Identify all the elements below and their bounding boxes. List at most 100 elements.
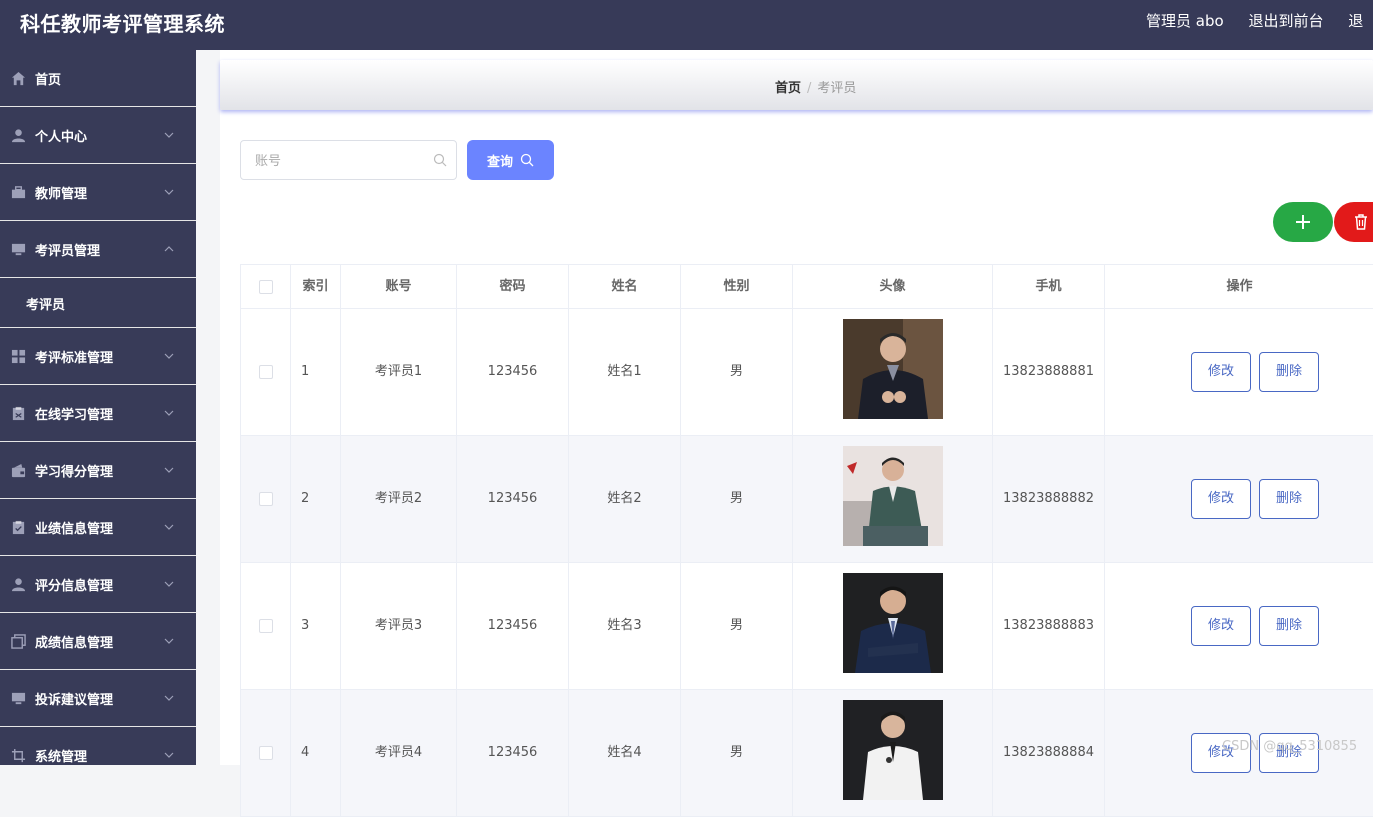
- chevron-down-icon: [164, 132, 174, 138]
- wallet-icon: [11, 463, 26, 478]
- chevron-up-icon: [164, 246, 174, 252]
- chevron-down-icon: [164, 524, 174, 530]
- chevron-down-icon: [164, 353, 174, 359]
- evaluator-table: 索引 账号 密码 姓名 性别 头像 手机 操作 1 考评员1 123456 姓名…: [240, 264, 1373, 817]
- home-icon: [11, 71, 26, 86]
- index-cell: 3: [291, 563, 341, 689]
- sidebar-item-label: 首页: [35, 73, 62, 88]
- query-button-label: 查询: [487, 155, 514, 170]
- sidebar-item-complaint-suggestion[interactable]: 投诉建议管理: [0, 670, 196, 727]
- name-cell: 姓名4: [569, 690, 681, 816]
- sidebar-item-label: 评分信息管理: [35, 579, 114, 594]
- name-cell: 姓名2: [569, 436, 681, 562]
- name-cell: 姓名1: [569, 309, 681, 435]
- batch-delete-button[interactable]: [1334, 202, 1373, 242]
- user-icon: [11, 578, 26, 592]
- monitor-icon: [11, 243, 26, 256]
- avatar-cell: [793, 309, 993, 435]
- gender-cell: 男: [681, 309, 793, 435]
- account-search-field[interactable]: [240, 140, 457, 180]
- breadcrumb-home[interactable]: 首页: [775, 81, 801, 96]
- password-cell: 123456: [457, 690, 569, 816]
- index-cell: 4: [291, 690, 341, 816]
- sidebar-item-learning-score[interactable]: 学习得分管理: [0, 442, 196, 499]
- sidebar-item-grade-info[interactable]: 成绩信息管理: [0, 613, 196, 670]
- sidebar-item-online-learning[interactable]: 在线学习管理: [0, 385, 196, 442]
- avatar: [843, 700, 943, 800]
- exit-link[interactable]: 退: [1348, 12, 1363, 30]
- trash-icon: [1355, 214, 1367, 230]
- sidebar-item-label: 系统管理: [35, 750, 88, 765]
- delete-button[interactable]: 删除: [1259, 352, 1319, 392]
- chevron-down-icon: [164, 189, 174, 195]
- header-name: 姓名: [569, 265, 681, 309]
- header-index: 索引: [291, 265, 341, 309]
- sidebar-item-label: 业绩信息管理: [35, 522, 114, 537]
- avatar: [843, 446, 943, 546]
- name-cell: 姓名3: [569, 563, 681, 689]
- sidebar-subitem-evaluator[interactable]: 考评员: [0, 278, 196, 328]
- avatar: [843, 573, 943, 673]
- index-cell: 2: [291, 436, 341, 562]
- breadcrumb-bar: 首页 / 考评员: [220, 60, 1373, 110]
- header-avatar: 头像: [793, 265, 993, 309]
- query-button[interactable]: 查询: [467, 140, 554, 180]
- edit-button[interactable]: 修改: [1191, 606, 1251, 646]
- account-cell: 考评员1: [341, 309, 457, 435]
- select-cell: [241, 309, 291, 435]
- password-cell: 123456: [457, 309, 569, 435]
- admin-user-label[interactable]: 管理员 abo: [1146, 12, 1224, 30]
- table-row: 2 考评员2 123456 姓名2 男 13823888882 修改 删除: [241, 436, 1373, 563]
- chevron-down-icon: [164, 410, 174, 416]
- select-cell: [241, 563, 291, 689]
- delete-button[interactable]: 删除: [1259, 606, 1319, 646]
- edit-button[interactable]: 修改: [1191, 352, 1251, 392]
- account-cell: 考评员2: [341, 436, 457, 562]
- phone-cell: 13823888884: [993, 690, 1105, 816]
- sidebar: 首页 个人中心 教师管理 考评员管理 考评员 考评标准管理 在线学习管理 学习得…: [0, 50, 196, 765]
- edit-button[interactable]: 修改: [1191, 479, 1251, 519]
- delete-button[interactable]: 删除: [1259, 479, 1319, 519]
- account-search-input[interactable]: [255, 151, 425, 171]
- app-title: 科任教师考评管理系统: [20, 12, 225, 36]
- table-row: 4 考评员4 123456 姓名4 男 13823888884 修改 删除: [241, 690, 1373, 817]
- search-icon: [433, 153, 447, 167]
- avatar-cell: [793, 690, 993, 816]
- sidebar-item-label: 学习得分管理: [35, 465, 114, 480]
- sidebar-item-label: 个人中心: [35, 130, 88, 145]
- password-cell: 123456: [457, 563, 569, 689]
- crop-icon: [11, 748, 26, 763]
- copy-icon: [11, 634, 26, 649]
- sidebar-item-score-info[interactable]: 评分信息管理: [0, 556, 196, 613]
- gender-cell: 男: [681, 690, 793, 816]
- add-button[interactable]: [1273, 202, 1333, 242]
- row-checkbox[interactable]: [259, 365, 273, 379]
- sidebar-item-system-management[interactable]: 系统管理: [0, 727, 196, 765]
- sidebar-item-personal-center[interactable]: 个人中心: [0, 107, 196, 164]
- avatar-cell: [793, 436, 993, 562]
- row-checkbox[interactable]: [259, 492, 273, 506]
- clipboard-icon: [12, 406, 25, 421]
- header-password: 密码: [457, 265, 569, 309]
- watermark: CSDN @qq_5310855: [1222, 739, 1358, 754]
- header-gender: 性别: [681, 265, 793, 309]
- search-icon: [520, 153, 534, 167]
- sidebar-item-evaluation-standard[interactable]: 考评标准管理: [0, 328, 196, 385]
- breadcrumb-separator: /: [807, 81, 812, 96]
- sidebar-item-home[interactable]: 首页: [0, 50, 196, 107]
- breadcrumb-current: 考评员: [817, 81, 857, 96]
- sidebar-item-teacher-management[interactable]: 教师管理: [0, 164, 196, 221]
- password-cell: 123456: [457, 436, 569, 562]
- sidebar-item-performance-info[interactable]: 业绩信息管理: [0, 499, 196, 556]
- row-checkbox[interactable]: [259, 619, 273, 633]
- header-account: 账号: [341, 265, 457, 309]
- breadcrumb: 首页 / 考评员: [775, 77, 856, 96]
- index-cell: 1: [291, 309, 341, 435]
- select-all-checkbox[interactable]: [259, 280, 273, 294]
- plus-icon: [1296, 215, 1310, 229]
- exit-to-front-link[interactable]: 退出到前台: [1248, 12, 1323, 30]
- sidebar-item-evaluator-management[interactable]: 考评员管理: [0, 221, 196, 278]
- row-checkbox[interactable]: [259, 746, 273, 760]
- actions-cell: 修改 删除: [1105, 309, 1373, 435]
- sidebar-item-label: 教师管理: [35, 187, 88, 202]
